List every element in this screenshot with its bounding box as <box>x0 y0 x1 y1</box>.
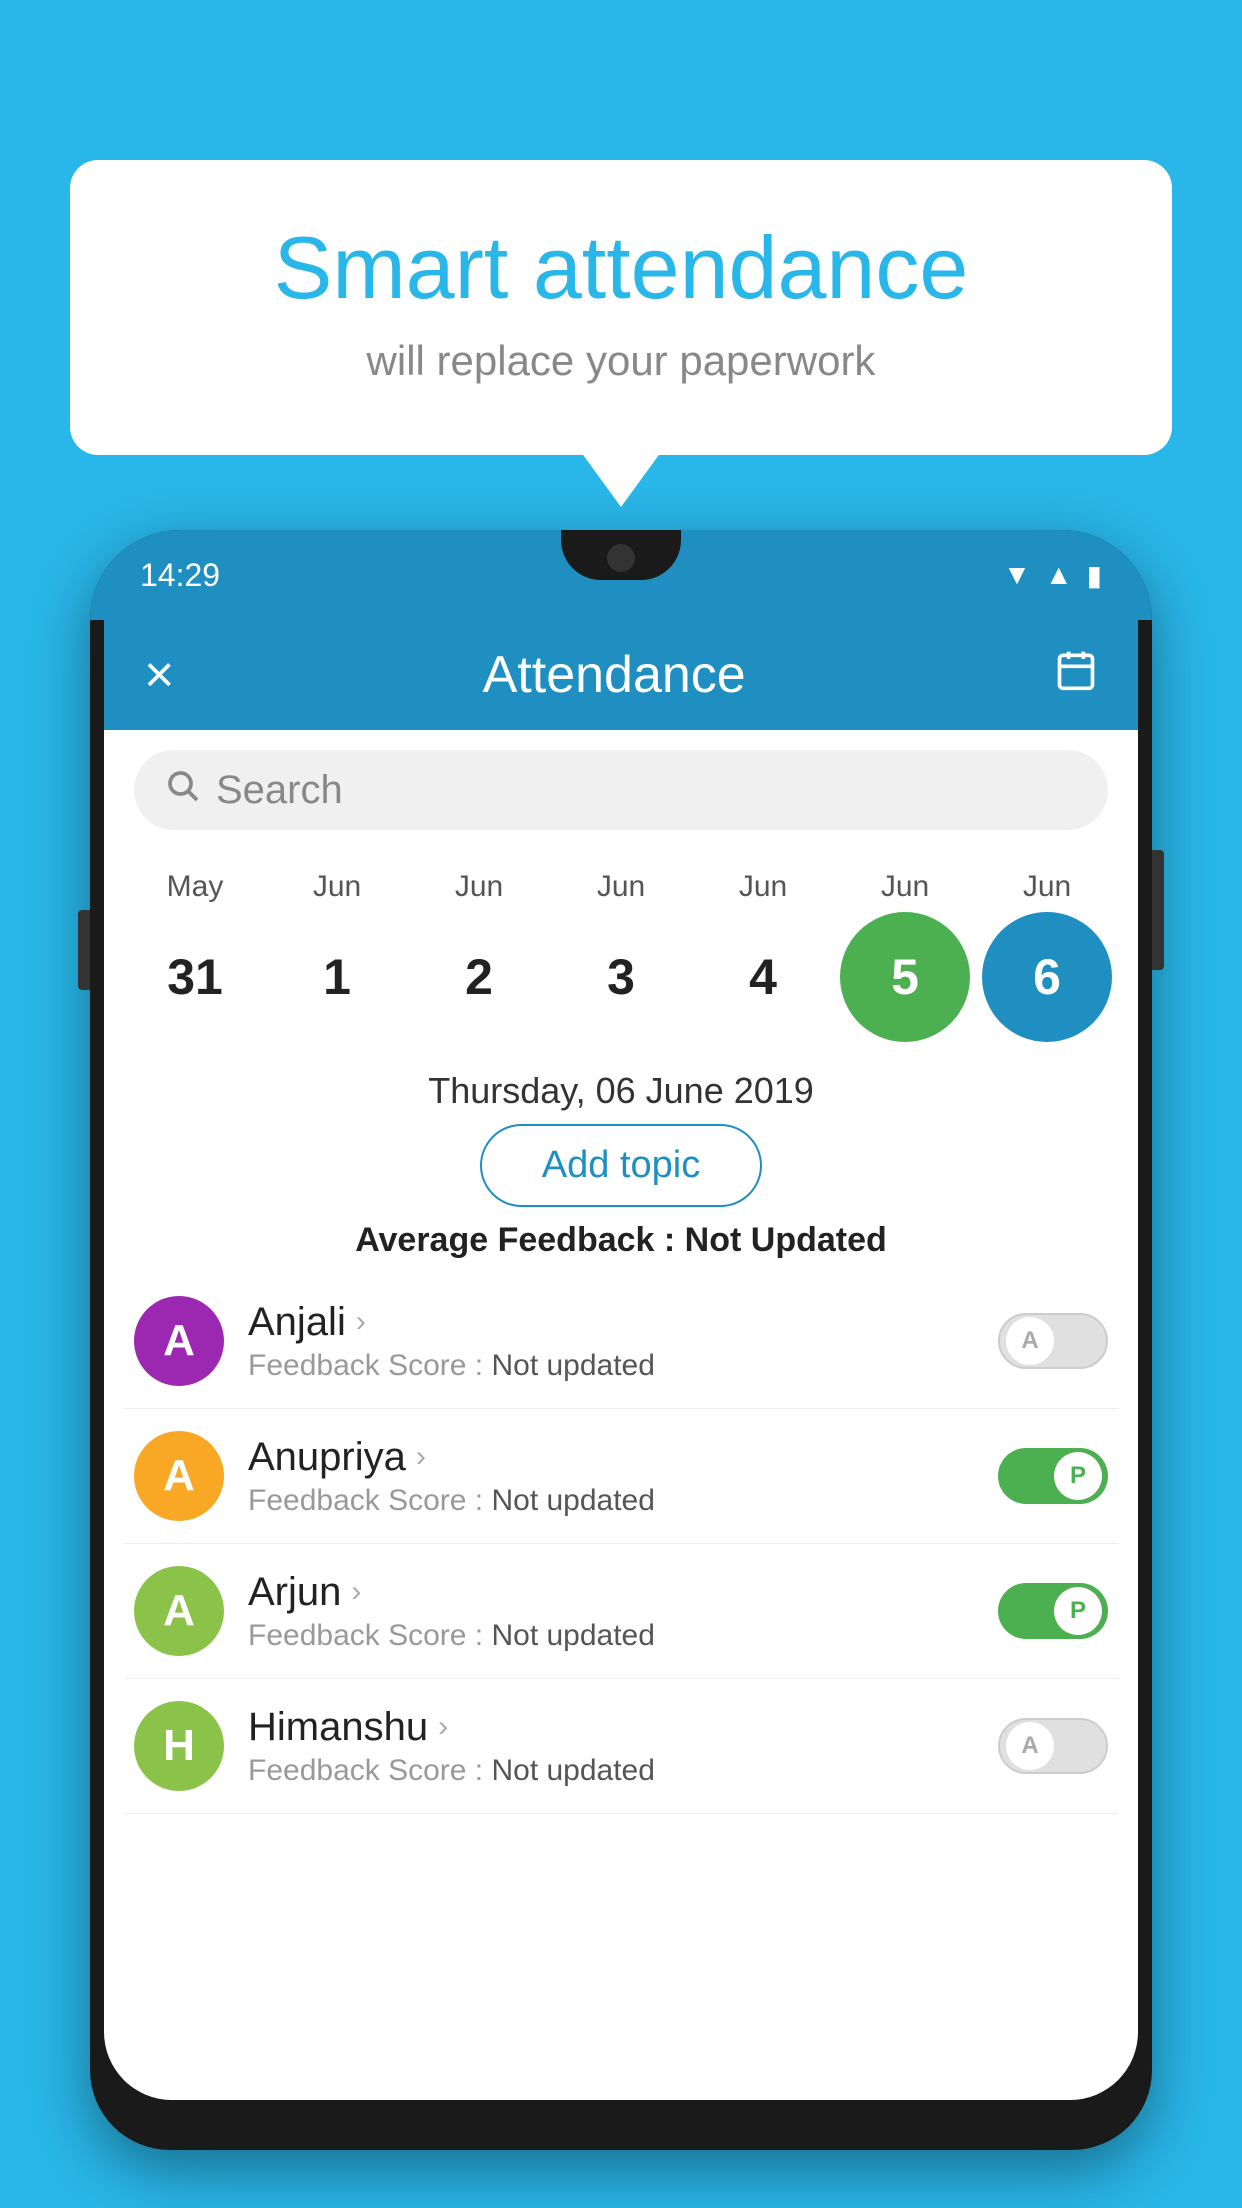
date-3[interactable]: 3 <box>556 912 686 1042</box>
date-1[interactable]: 1 <box>272 912 402 1042</box>
student-name-anupriya: Anupriya › <box>248 1435 974 1480</box>
search-icon <box>164 767 200 813</box>
signal-icon: ▲ <box>1045 559 1073 591</box>
student-item-arjun[interactable]: A Arjun › Feedback Score : Not updated P <box>124 1544 1118 1679</box>
date-31[interactable]: 31 <box>130 912 260 1042</box>
speech-bubble: Smart attendance will replace your paper… <box>70 160 1172 455</box>
date-5-today[interactable]: 5 <box>840 912 970 1042</box>
battery-icon: ▮ <box>1087 559 1102 592</box>
student-name-himanshu: Himanshu › <box>248 1705 974 1750</box>
camera <box>607 544 635 572</box>
student-feedback-anjali: Feedback Score : Not updated <box>248 1349 974 1383</box>
toggle-knob-anjali: A <box>1006 1317 1054 1365</box>
bubble-subtitle: will replace your paperwork <box>150 337 1092 385</box>
toggle-anjali[interactable]: A <box>998 1313 1108 1369</box>
month-may: May <box>130 870 260 904</box>
attendance-toggle-himanshu[interactable]: A <box>998 1718 1108 1774</box>
power-button <box>1152 850 1164 970</box>
volume-button <box>78 910 90 990</box>
student-name-anjali: Anjali › <box>248 1300 974 1345</box>
student-info-anjali: Anjali › Feedback Score : Not updated <box>248 1300 974 1383</box>
attendance-toggle-anjali[interactable]: A <box>998 1313 1108 1369</box>
avg-feedback: Average Feedback : Not Updated <box>104 1207 1138 1274</box>
phone-screen: × Attendance <box>104 620 1138 2100</box>
month-jun-5: Jun <box>840 870 970 904</box>
avatar-arjun: A <box>134 1566 224 1656</box>
bubble-title: Smart attendance <box>150 220 1092 317</box>
date-row: 31 1 2 3 4 5 6 <box>124 912 1118 1042</box>
attendance-toggle-arjun[interactable]: P <box>998 1583 1108 1639</box>
student-item-anupriya[interactable]: A Anupriya › Feedback Score : Not update… <box>124 1409 1118 1544</box>
chevron-icon: › <box>351 1575 361 1609</box>
attendance-toggle-anupriya[interactable]: P <box>998 1448 1108 1504</box>
toggle-arjun[interactable]: P <box>998 1583 1108 1639</box>
toggle-knob-anupriya: P <box>1054 1452 1102 1500</box>
student-list: A Anjali › Feedback Score : Not updated … <box>104 1274 1138 1814</box>
student-name-arjun: Arjun › <box>248 1570 974 1615</box>
search-container: Search <box>104 730 1138 850</box>
avatar-anjali: A <box>134 1296 224 1386</box>
calendar-section: May Jun Jun Jun Jun Jun Jun 31 1 2 3 4 5… <box>104 850 1138 1052</box>
date-2[interactable]: 2 <box>414 912 544 1042</box>
calendar-icon[interactable] <box>1054 648 1098 703</box>
avg-feedback-value: Not Updated <box>685 1221 887 1259</box>
student-item-himanshu[interactable]: H Himanshu › Feedback Score : Not update… <box>124 1679 1118 1814</box>
date-6-selected[interactable]: 6 <box>982 912 1112 1042</box>
add-topic-button[interactable]: Add topic <box>480 1124 762 1207</box>
month-row: May Jun Jun Jun Jun Jun Jun <box>124 870 1118 904</box>
avg-feedback-label: Average Feedback : <box>355 1221 684 1259</box>
toggle-anupriya[interactable]: P <box>998 1448 1108 1504</box>
month-jun-2: Jun <box>414 870 544 904</box>
date-4[interactable]: 4 <box>698 912 828 1042</box>
toggle-knob-himanshu: A <box>1006 1722 1054 1770</box>
status-icons: ▼ ▲ ▮ <box>1003 559 1102 592</box>
header-title: Attendance <box>483 645 746 705</box>
avatar-himanshu: H <box>134 1701 224 1791</box>
phone: 14:29 ▼ ▲ ▮ × Attendance <box>90 530 1152 2150</box>
status-time: 14:29 <box>140 557 220 594</box>
student-info-himanshu: Himanshu › Feedback Score : Not updated <box>248 1705 974 1788</box>
phone-notch <box>561 530 681 580</box>
app-header: × Attendance <box>104 620 1138 730</box>
chevron-icon: › <box>438 1710 448 1744</box>
status-bar: 14:29 ▼ ▲ ▮ <box>90 530 1152 620</box>
close-button[interactable]: × <box>144 645 174 705</box>
search-bar[interactable]: Search <box>134 750 1108 830</box>
month-jun-4: Jun <box>698 870 828 904</box>
student-feedback-himanshu: Feedback Score : Not updated <box>248 1754 974 1788</box>
month-jun-6: Jun <box>982 870 1112 904</box>
student-info-arjun: Arjun › Feedback Score : Not updated <box>248 1570 974 1653</box>
search-input[interactable]: Search <box>216 768 343 813</box>
wifi-icon: ▼ <box>1003 559 1031 591</box>
speech-bubble-box: Smart attendance will replace your paper… <box>70 160 1172 455</box>
student-item-anjali[interactable]: A Anjali › Feedback Score : Not updated … <box>124 1274 1118 1409</box>
toggle-knob-arjun: P <box>1054 1587 1102 1635</box>
phone-container: 14:29 ▼ ▲ ▮ × Attendance <box>90 530 1152 2208</box>
month-jun-3: Jun <box>556 870 686 904</box>
student-feedback-anupriya: Feedback Score : Not updated <box>248 1484 974 1518</box>
selected-date-label: Thursday, 06 June 2019 <box>104 1052 1138 1124</box>
avatar-anupriya: A <box>134 1431 224 1521</box>
chevron-icon: › <box>416 1440 426 1474</box>
toggle-himanshu[interactable]: A <box>998 1718 1108 1774</box>
student-feedback-arjun: Feedback Score : Not updated <box>248 1619 974 1653</box>
chevron-icon: › <box>356 1305 366 1339</box>
student-info-anupriya: Anupriya › Feedback Score : Not updated <box>248 1435 974 1518</box>
month-jun-1: Jun <box>272 870 402 904</box>
